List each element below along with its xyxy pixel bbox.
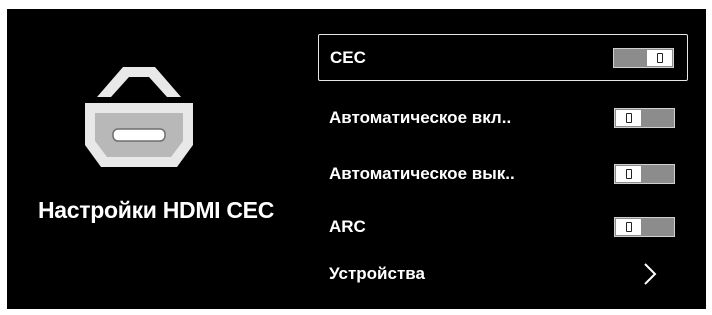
cec-toggle[interactable] (613, 47, 674, 68)
menu-item-label: Автоматическое вкл.. (329, 107, 512, 127)
menu-item-auto-power-on[interactable]: Автоматическое вкл.. (318, 94, 688, 141)
menu-item-label: Автоматическое вык.. (329, 163, 515, 183)
toggle-knob (616, 109, 641, 126)
menu-item-cec[interactable]: CEC (318, 34, 688, 81)
menu-item-label: Устройства (329, 263, 425, 283)
auto-power-on-toggle[interactable] (614, 107, 675, 128)
menu-item-label: CEC (330, 47, 366, 67)
page-title: Настройки HDMI CEC (37, 197, 275, 223)
arc-toggle[interactable] (614, 216, 675, 237)
menu-item-arc[interactable]: ARC (318, 203, 688, 250)
toggle-knob (647, 49, 672, 66)
menu-item-devices[interactable]: Устройства (318, 250, 688, 297)
hdmi-icon (85, 67, 193, 167)
toggle-knob (616, 165, 641, 182)
left-panel: Настройки HDMI CEC (7, 9, 307, 309)
menu-item-label: ARC (329, 216, 366, 236)
menu-item-auto-power-off[interactable]: Автоматическое вык.. (318, 150, 688, 197)
hdmi-cec-settings-screen: Настройки HDMI CEC CEC Автоматическое вк… (7, 9, 706, 309)
chevron-right-icon[interactable] (642, 262, 658, 286)
toggle-knob (616, 218, 641, 235)
auto-power-off-toggle[interactable] (614, 163, 675, 184)
